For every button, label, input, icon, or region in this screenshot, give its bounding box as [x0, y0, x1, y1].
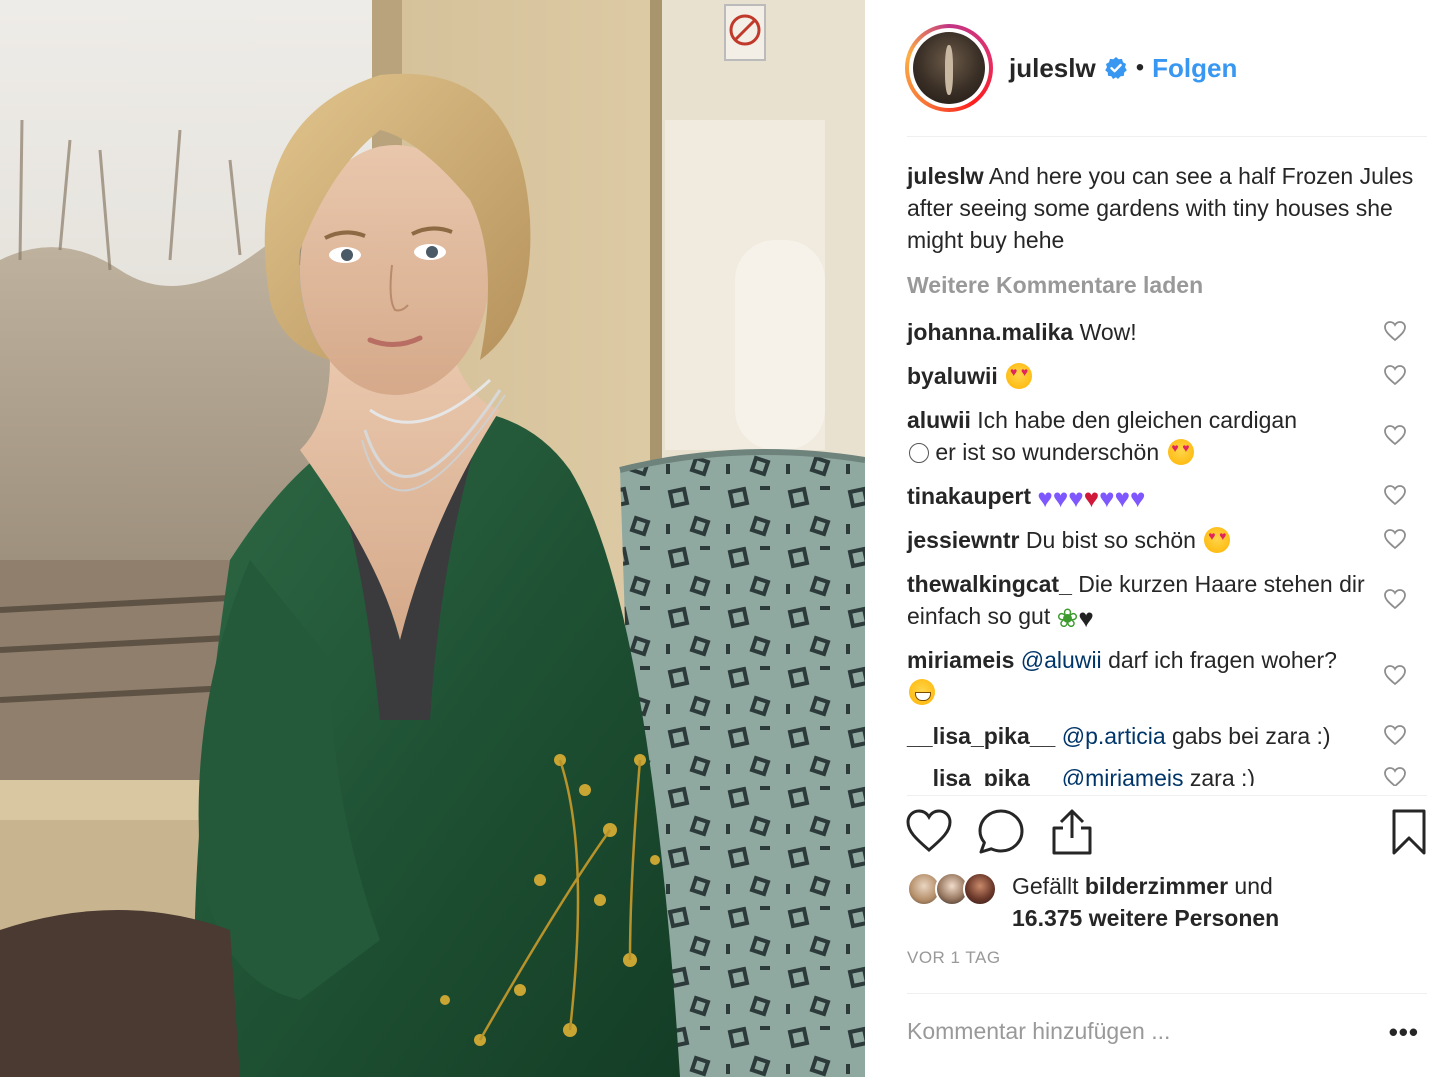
comment-text: Ich habe den gleichen cardigan — [977, 407, 1297, 433]
heart-eyes-emoji-icon — [1006, 363, 1033, 389]
avatar — [913, 32, 985, 104]
purple-heart-emoji-icon: ♥ — [1037, 483, 1053, 513]
add-comment-input[interactable] — [907, 1018, 1347, 1045]
comment-item: tinakaupert ♥♥♥♥♥♥♥ — [907, 480, 1427, 512]
post-image[interactable] — [0, 0, 865, 1077]
comment-text: Wow! — [1079, 319, 1137, 345]
comment-text-continued: er ist so wunderschön — [935, 439, 1160, 465]
post-caption: juleslw And here you can see a half Froz… — [907, 160, 1427, 256]
comment-like-heart-icon[interactable] — [1383, 724, 1407, 746]
like-heart-icon[interactable] — [905, 808, 953, 854]
comment-bubble-icon[interactable] — [977, 808, 1025, 854]
comment-username[interactable]: aluwii — [907, 407, 971, 433]
share-upload-icon[interactable] — [1049, 808, 1095, 856]
comment-item: __lisa_pika__ @p.articia gabs bei zara :… — [907, 720, 1427, 752]
header-divider — [907, 136, 1427, 137]
comment-mention-link[interactable]: @miriameis — [1062, 765, 1184, 786]
comment-item: thewalkingcat_ Die kurzen Haare stehen d… — [907, 568, 1427, 632]
likes-summary: Gefällt bilderzimmer und 16.375 weitere … — [907, 868, 1427, 940]
likes-conjunction: und — [1234, 873, 1273, 899]
comment-username[interactable]: __lisa_pika__ — [907, 723, 1055, 749]
comment-like-heart-icon[interactable] — [1383, 364, 1407, 386]
load-more-comments-button[interactable]: Weitere Kommentare laden — [907, 270, 1427, 300]
comment-username[interactable]: jessiewntr — [907, 527, 1020, 553]
comment-username[interactable]: tinakaupert — [907, 483, 1031, 509]
follow-button[interactable]: Folgen — [1152, 53, 1237, 84]
post-header: juleslw • Folgen — [905, 22, 1425, 114]
add-comment-divider — [907, 993, 1427, 994]
verified-badge-icon — [1104, 57, 1127, 79]
comment-username[interactable]: byaluwii — [907, 363, 998, 389]
black-heart-emoji-icon: ♥ — [1078, 603, 1094, 633]
purple-heart-emoji-icon: ♥ — [1130, 483, 1146, 513]
likes-prefix: Gefällt — [1012, 873, 1079, 899]
comment-item: aluwii Ich habe den gleichen cardigan er… — [907, 404, 1427, 468]
sparkling-heart-emoji-icon: ♥ — [1083, 483, 1100, 513]
grinning-emoji-icon — [909, 679, 935, 705]
purple-heart-emoji-icon: ♥ — [1052, 483, 1069, 513]
more-options-icon[interactable]: ••• — [1389, 1019, 1419, 1045]
comment-username[interactable]: __lisa_pika__ — [907, 765, 1055, 786]
add-comment-bar: ••• — [907, 1018, 1427, 1052]
purple-heart-emoji-icon: ♥ — [1068, 483, 1084, 513]
comment-text: gabs bei zara :) — [1172, 723, 1331, 749]
herb-emoji-icon: ❀ — [1056, 603, 1079, 633]
comment-text: darf ich fragen woher? — [1108, 647, 1337, 673]
caption-username[interactable]: juleslw — [907, 163, 984, 189]
header-username[interactable]: juleslw — [1009, 53, 1096, 84]
likes-text: Gefällt bilderzimmer und 16.375 weitere … — [1012, 870, 1279, 934]
comment-like-heart-icon[interactable] — [1383, 588, 1407, 610]
comment-like-heart-icon[interactable] — [1383, 766, 1407, 786]
comment-like-heart-icon[interactable] — [1383, 528, 1407, 550]
comments-divider — [907, 795, 1427, 796]
comment-text: zara :) — [1189, 765, 1256, 786]
comment-item: jessiewntr Du bist so schön — [907, 524, 1427, 556]
smile-emoji-icon — [909, 443, 929, 463]
comment-text: Du bist so schön — [1025, 527, 1196, 553]
comment-like-heart-icon[interactable] — [1383, 484, 1407, 506]
comment-item: miriameis @aluwii darf ich fragen woher? — [907, 644, 1427, 708]
comment-item: johanna.malika Wow! — [907, 316, 1427, 348]
heart-eyes-emoji-icon — [1167, 439, 1194, 465]
liker-avatar[interactable] — [963, 872, 997, 906]
heart-eyes-emoji-icon — [1204, 527, 1231, 553]
post-photo-illustration — [0, 0, 865, 1077]
purple-heart-emoji-icon: ♥ — [1114, 483, 1130, 513]
comment-item: __lisa_pika__ @miriameis zara :) — [907, 762, 1427, 786]
avatar-story-ring[interactable] — [905, 24, 993, 112]
comments-section: juleslw And here you can see a half Froz… — [907, 160, 1427, 786]
comment-username[interactable]: johanna.malika — [907, 319, 1073, 345]
comment-username[interactable]: miriameis — [907, 647, 1014, 673]
post-timestamp[interactable]: VOR 1 TAG — [907, 948, 1001, 968]
post-sidebar: juleslw • Folgen juleslw And here you ca… — [865, 0, 1440, 1077]
comment-username[interactable]: thewalkingcat_ — [907, 571, 1072, 597]
likes-first-user[interactable]: bilderzimmer — [1085, 873, 1228, 899]
comment-like-heart-icon[interactable] — [1383, 664, 1407, 686]
liker-avatars — [907, 872, 1007, 908]
comment-mention-link[interactable]: @aluwii — [1021, 647, 1102, 673]
avatar-frame — [909, 28, 989, 108]
comment-like-heart-icon[interactable] — [1383, 424, 1407, 446]
header-separator: • — [1135, 54, 1145, 81]
purple-heart-emoji-icon: ♥ — [1099, 483, 1115, 513]
comment-item: byaluwii — [907, 360, 1427, 392]
post-action-bar — [905, 808, 1427, 860]
bookmark-save-icon[interactable] — [1391, 808, 1427, 856]
comment-mention-link[interactable]: @p.articia — [1062, 723, 1166, 749]
likes-count-link[interactable]: 16.375 weitere Personen — [1012, 905, 1279, 931]
comment-like-heart-icon[interactable] — [1383, 320, 1407, 342]
